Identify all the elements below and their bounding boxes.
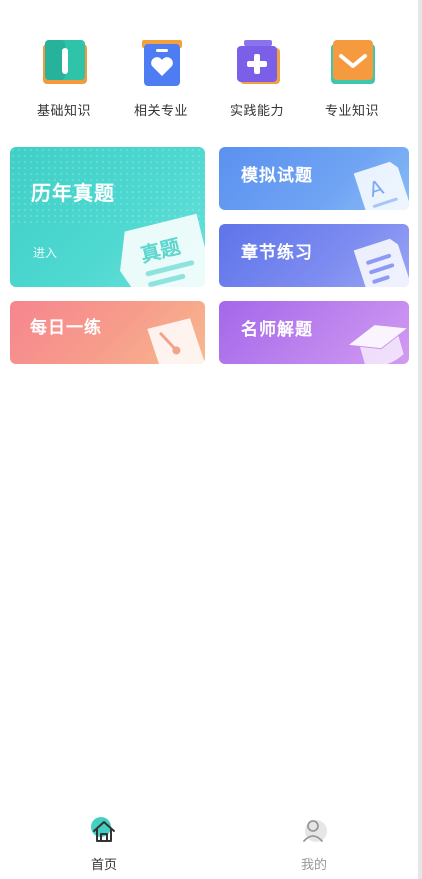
nav-mine-label: 我的 [300, 858, 327, 873]
category-label: 专业知识 [324, 104, 379, 119]
pen-note-icon [147, 318, 205, 364]
card-past-exams[interactable]: 历年真题 进入 真题 [10, 147, 205, 287]
home-icon [91, 817, 115, 842]
category-professional-knowledge[interactable]: 专业知识 [302, 38, 402, 126]
card-title: 模拟试题 [241, 166, 313, 186]
category-label: 基础知识 [36, 104, 91, 119]
scrollbar[interactable] [418, 0, 422, 879]
enter-link[interactable]: 进入 [33, 244, 57, 261]
category-row: 基础知识 相关专业 实践能力 专业知识 [0, 38, 416, 126]
graduation-cap-icon [348, 325, 407, 364]
bottom-nav: 首页 我的 [0, 806, 416, 879]
card-mock-exams[interactable]: 模拟试题 A [219, 147, 409, 210]
document-a-icon: A [353, 161, 409, 210]
mail-book-icon [331, 40, 375, 84]
category-label: 实践能力 [229, 104, 284, 119]
card-title: 历年真题 [31, 181, 115, 205]
card-title: 每日一练 [30, 318, 102, 338]
user-icon [303, 820, 327, 842]
nav-mine[interactable]: 我的 [274, 814, 354, 874]
category-practice-ability[interactable]: 实践能力 [207, 38, 307, 126]
nav-home[interactable]: 首页 [64, 814, 144, 874]
card-daily-practice[interactable]: 每日一练 [10, 301, 205, 364]
card-teacher-solutions[interactable]: 名师解题 [219, 301, 409, 364]
card-chapter-practice[interactable]: 章节练习 [219, 224, 409, 287]
heart-book-icon [142, 40, 182, 86]
book-icon [43, 40, 87, 84]
document-lines-icon [353, 238, 409, 287]
nav-home-label: 首页 [90, 858, 117, 873]
card-title: 章节练习 [241, 243, 313, 263]
tag-icon: 真题 [120, 213, 205, 287]
card-title: 名师解题 [241, 320, 313, 340]
medical-box-icon [237, 40, 280, 84]
category-label: 相关专业 [133, 104, 188, 119]
category-related-major[interactable]: 相关专业 [111, 38, 211, 126]
category-basic-knowledge[interactable]: 基础知识 [14, 38, 114, 126]
